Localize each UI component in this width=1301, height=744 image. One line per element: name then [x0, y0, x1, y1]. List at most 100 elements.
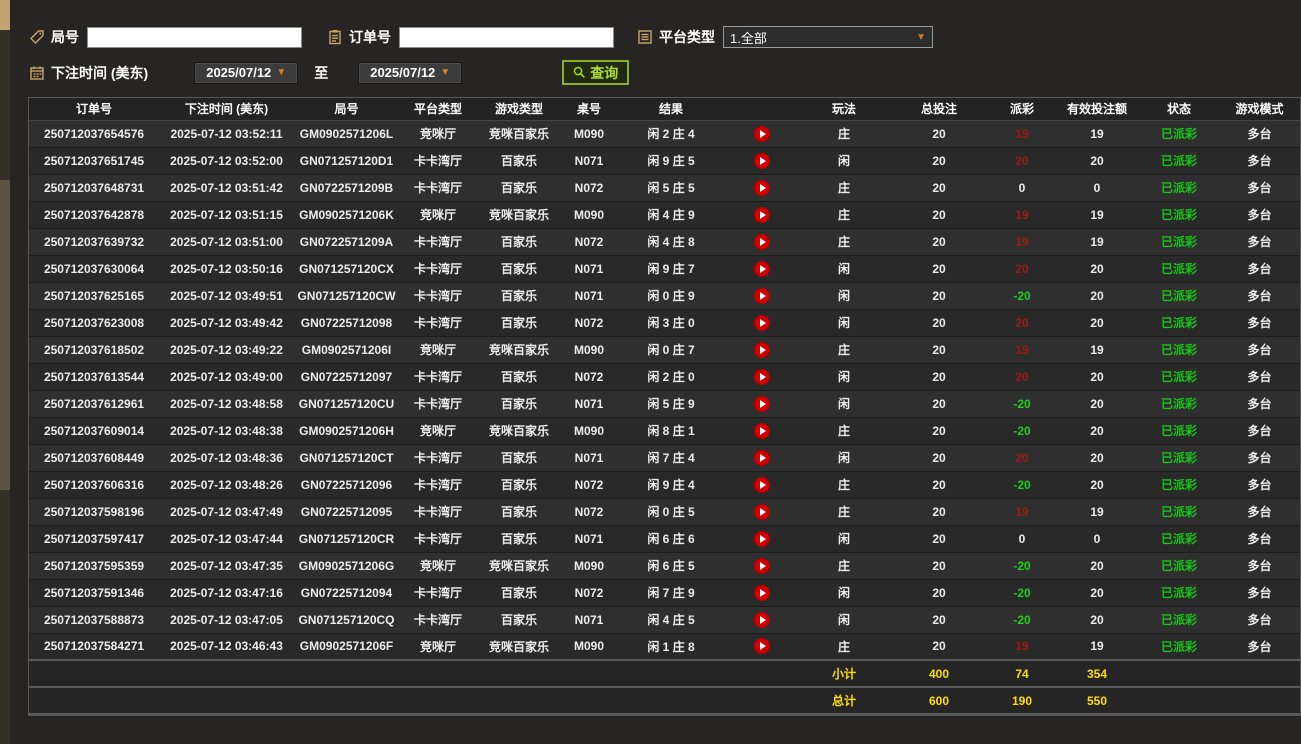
play-video-icon[interactable] [754, 125, 770, 142]
filter-panel: 局号 订单号 平台类型 1.全部 ▼ 下注时间 (美东) 2025/07/12 … [28, 0, 1301, 85]
order-id-input[interactable] [399, 26, 614, 48]
cell-game-mode: 多台 [1219, 174, 1300, 202]
cell-bet-time: 2025-07-12 03:47:16 [159, 579, 294, 607]
query-button[interactable]: 查询 [562, 60, 630, 85]
cell-bet-time: 2025-07-12 03:48:36 [159, 444, 294, 472]
cell-payout: 20 [989, 363, 1055, 391]
cell-payout: 20 [989, 147, 1055, 175]
play-video-icon[interactable] [754, 557, 770, 574]
cell-play-type: 庄 [799, 498, 889, 526]
cell-round-id: GN07225712095 [294, 498, 399, 526]
left-edge-scrollbar[interactable] [0, 180, 10, 490]
cell-round-id: GN071257120CW [294, 282, 399, 310]
play-video-icon[interactable] [754, 584, 770, 601]
cell-platform: 卡卡湾厅 [399, 309, 477, 337]
cell-game-mode: 多台 [1219, 147, 1300, 175]
cell-platform: 卡卡湾厅 [399, 525, 477, 553]
cell-payout: -20 [989, 471, 1055, 499]
cell-total-bet: 20 [889, 255, 989, 283]
header-platform: 平台类型 [399, 98, 477, 121]
cell-play-type: 庄 [799, 417, 889, 445]
cell-platform: 竞咪厅 [399, 417, 477, 445]
cell-platform: 卡卡湾厅 [399, 228, 477, 256]
cell-game-mode: 多台 [1219, 579, 1300, 607]
cell-platform: 卡卡湾厅 [399, 390, 477, 418]
cell-bet-time: 2025-07-12 03:52:00 [159, 147, 294, 175]
cell-status: 已派彩 [1139, 228, 1219, 256]
cell-video [725, 390, 799, 418]
cell-platform: 卡卡湾厅 [399, 147, 477, 175]
cell-video [725, 633, 799, 661]
play-video-icon[interactable] [754, 503, 770, 520]
cell-game-type: 百家乐 [477, 282, 561, 310]
total-spacer [29, 686, 799, 715]
cell-round-id: GN07225712098 [294, 309, 399, 337]
cell-result: 闲 4 庄 5 [617, 606, 725, 634]
platform-type-select[interactable]: 1.全部 ▼ [723, 26, 933, 48]
play-video-icon[interactable] [754, 395, 770, 412]
cell-order-id: 250712037654576 [29, 120, 159, 148]
play-triangle [760, 264, 766, 273]
cell-total-bet: 20 [889, 525, 989, 553]
cell-play-type: 闲 [799, 363, 889, 391]
date-from-picker[interactable]: 2025/07/12 ▼ [194, 61, 299, 84]
cell-table-no: N071 [561, 606, 617, 634]
play-video-icon[interactable] [754, 233, 770, 250]
cell-bet-time: 2025-07-12 03:47:49 [159, 498, 294, 526]
cell-round-id: GN071257120CU [294, 390, 399, 418]
cell-result: 闲 9 庄 7 [617, 255, 725, 283]
table-row: 250712037630064 2025-07-12 03:50:16 GN0712… [29, 255, 1300, 283]
play-video-icon[interactable] [754, 449, 770, 466]
cell-round-id: GM0902571206K [294, 201, 399, 229]
subtotal-valid-bet: 354 [1055, 659, 1139, 687]
play-triangle [760, 345, 766, 354]
play-triangle [760, 453, 766, 462]
cell-game-type: 竞咪百家乐 [477, 633, 561, 661]
cell-order-id: 250712037639732 [29, 228, 159, 256]
cell-game-type: 百家乐 [477, 228, 561, 256]
bet-time-label: 下注时间 (美东) [51, 64, 149, 81]
cell-result: 闲 0 庄 7 [617, 336, 725, 364]
cell-video [725, 471, 799, 499]
cell-table-no: M090 [561, 201, 617, 229]
play-video-icon[interactable] [754, 152, 770, 169]
date-to-picker[interactable]: 2025/07/12 ▼ [358, 61, 463, 84]
cell-status: 已派彩 [1139, 363, 1219, 391]
play-video-icon[interactable] [754, 260, 770, 277]
cell-play-type: 庄 [799, 228, 889, 256]
play-video-icon[interactable] [754, 611, 770, 628]
play-triangle [760, 183, 766, 192]
cell-order-id: 250712037630064 [29, 255, 159, 283]
cell-table-no: M090 [561, 336, 617, 364]
play-video-icon[interactable] [754, 368, 770, 385]
play-video-icon[interactable] [754, 638, 770, 655]
play-video-icon[interactable] [754, 206, 770, 223]
cell-game-type: 百家乐 [477, 255, 561, 283]
cell-order-id: 250712037584271 [29, 633, 159, 661]
play-video-icon[interactable] [754, 287, 770, 304]
cell-status: 已派彩 [1139, 552, 1219, 580]
cell-valid-bet: 20 [1055, 282, 1139, 310]
table-row: 250712037609014 2025-07-12 03:48:38 GM0902… [29, 417, 1300, 445]
cell-payout: 0 [989, 525, 1055, 553]
cell-game-type: 百家乐 [477, 309, 561, 337]
cell-total-bet: 20 [889, 201, 989, 229]
subtotal-payout: 74 [989, 659, 1055, 687]
play-video-icon[interactable] [754, 422, 770, 439]
play-video-icon[interactable] [754, 476, 770, 493]
clipboard-icon [326, 28, 344, 46]
to-label: 至 [314, 64, 329, 81]
play-video-icon[interactable] [754, 314, 770, 331]
round-id-input[interactable] [87, 26, 302, 48]
cell-play-type: 闲 [799, 147, 889, 175]
play-video-icon[interactable] [754, 179, 770, 196]
cell-table-no: N071 [561, 390, 617, 418]
cell-game-mode: 多台 [1219, 120, 1300, 148]
cell-bet-time: 2025-07-12 03:48:26 [159, 471, 294, 499]
header-table-no: 桌号 [561, 98, 617, 121]
cell-valid-bet: 20 [1055, 309, 1139, 337]
play-video-icon[interactable] [754, 341, 770, 358]
play-video-icon[interactable] [754, 530, 770, 547]
cell-game-type: 百家乐 [477, 606, 561, 634]
cell-platform: 竞咪厅 [399, 336, 477, 364]
